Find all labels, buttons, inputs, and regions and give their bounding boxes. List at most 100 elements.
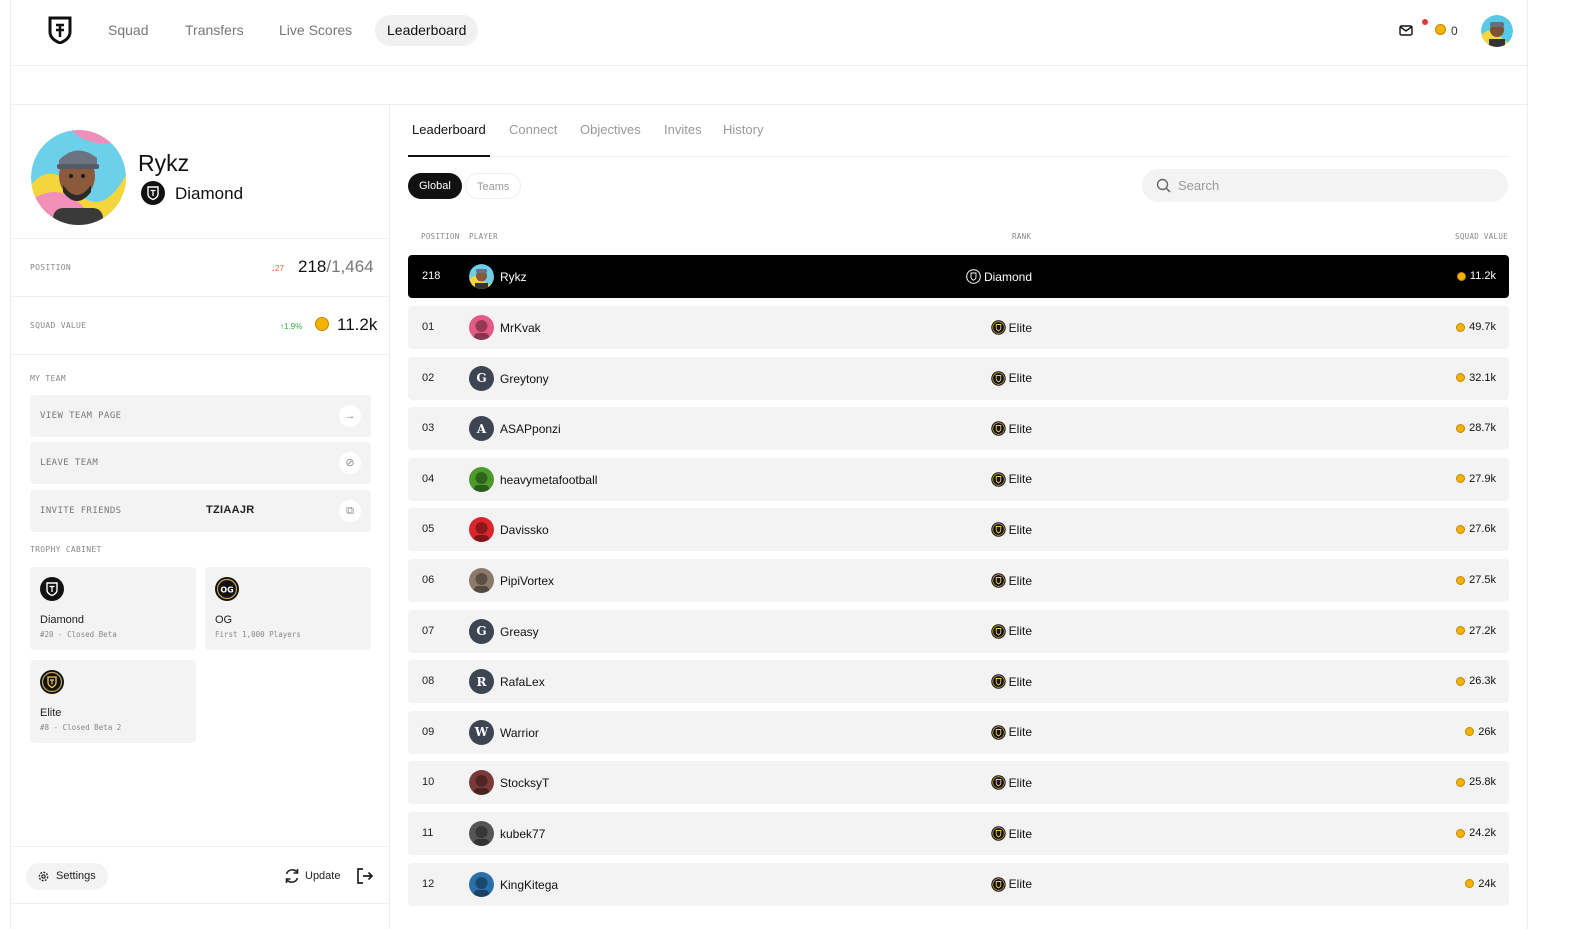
player-avatar bbox=[469, 517, 494, 543]
leaderboard-panel: Leaderboard Connect Objectives Invites H… bbox=[390, 105, 1528, 929]
position-total: /1,464 bbox=[326, 257, 374, 276]
nav-live-scores[interactable]: Live Scores bbox=[267, 15, 364, 46]
unlink-icon: ⊘ bbox=[339, 452, 361, 474]
my-team-label: MY TEAM bbox=[30, 374, 66, 383]
row-rank-label: Diamond bbox=[983, 269, 1032, 284]
leaderboard-row[interactable]: 01 MrKvak Elite 49.7k bbox=[408, 306, 1509, 349]
row-player-name: KingKitega bbox=[500, 877, 559, 892]
invite-code[interactable]: TZIAAJR bbox=[206, 504, 255, 516]
row-rank: Elite bbox=[990, 522, 1032, 538]
elite-badge-icon bbox=[990, 674, 1006, 689]
logout-icon[interactable] bbox=[356, 867, 374, 885]
player-avatar: G bbox=[469, 618, 494, 644]
row-squad-value: 24.2k bbox=[1456, 827, 1496, 839]
elite-badge-icon bbox=[990, 826, 1006, 841]
row-value: 27.5k bbox=[1469, 574, 1496, 586]
leaderboard-row[interactable]: 03 A ASAPponzi Elite 28.7k bbox=[408, 407, 1509, 451]
row-player-name: PipiVortex bbox=[500, 574, 555, 588]
coin-icon bbox=[1456, 575, 1466, 585]
gear-icon bbox=[38, 871, 49, 882]
leaderboard-row[interactable]: 09 W Warrior Elite 26k bbox=[408, 710, 1509, 754]
leaderboard-row[interactable]: 04 heavymetafootball Elite 27.9k bbox=[408, 457, 1509, 501]
diamond-badge-icon bbox=[40, 577, 64, 601]
column-player: PLAYER bbox=[469, 232, 498, 241]
tab-objectives[interactable]: Objectives bbox=[580, 122, 641, 137]
coin-icon bbox=[1456, 322, 1466, 332]
shield-logo-icon[interactable] bbox=[47, 16, 73, 44]
search-icon bbox=[1156, 178, 1171, 193]
row-player-name: Rykz bbox=[500, 270, 527, 284]
coin-icon bbox=[1456, 423, 1466, 433]
top-nav: Squad Transfers Live Scores Leaderboard … bbox=[10, 0, 1528, 66]
row-rank: Elite bbox=[990, 573, 1032, 588]
row-rank-label: Elite bbox=[1008, 522, 1032, 537]
update-button[interactable]: Update bbox=[283, 867, 340, 885]
row-squad-value: 27.5k bbox=[1456, 574, 1496, 586]
row-rank: Elite bbox=[990, 472, 1032, 487]
filter-global[interactable]: Global bbox=[408, 173, 462, 199]
trophy-sub: #8 - Closed Beta 2 bbox=[40, 723, 122, 732]
invite-friends-row[interactable]: INVITE FRIENDS TZIAAJR ⧉ bbox=[30, 490, 371, 532]
row-position: 01 bbox=[422, 321, 435, 333]
row-rank: Elite bbox=[990, 876, 1032, 892]
user-avatar[interactable] bbox=[1481, 15, 1513, 47]
mail-icon[interactable] bbox=[1399, 23, 1413, 37]
copy-icon[interactable]: ⧉ bbox=[339, 500, 361, 522]
position-delta: ↓27 bbox=[271, 264, 284, 273]
row-player-name: RafaLex bbox=[500, 675, 545, 690]
view-team-page-button[interactable]: VIEW TEAM PAGE → bbox=[30, 395, 371, 437]
search-input[interactable] bbox=[1178, 169, 1488, 202]
row-position: 04 bbox=[422, 472, 435, 485]
leaderboard-row[interactable]: 06 PipiVortex Elite 27.5k bbox=[408, 559, 1509, 602]
trophy-name: Diamond bbox=[40, 614, 85, 626]
squad-value-delta: ↑1.9% bbox=[280, 322, 303, 331]
coin-icon bbox=[1456, 626, 1466, 636]
row-player-name: MrKvak bbox=[500, 321, 541, 335]
leaderboard-row[interactable]: 10 StocksyT Elite 25.8k bbox=[408, 761, 1509, 805]
elite-badge-icon bbox=[990, 370, 1006, 386]
leaderboard-row[interactable]: 05 Davissko Elite 27.6k bbox=[408, 508, 1509, 552]
leaderboard-row[interactable]: 11 kubek77 Elite 24.2k bbox=[408, 812, 1509, 855]
row-rank-label: Elite bbox=[1008, 371, 1032, 386]
profile-avatar bbox=[31, 130, 126, 225]
leaderboard-row[interactable]: 12 KingKitega Elite 24k bbox=[408, 862, 1509, 906]
nav-squad[interactable]: Squad bbox=[96, 15, 160, 46]
leave-team-button[interactable]: LEAVE TEAM ⊘ bbox=[30, 442, 371, 484]
row-value: 27.6k bbox=[1469, 523, 1496, 536]
leaderboard-row[interactable]: 07 G Greasy Elite 27.2k bbox=[408, 609, 1509, 653]
refresh-icon bbox=[285, 869, 299, 883]
row-value: 24k bbox=[1478, 877, 1496, 890]
row-player-name: Greasy bbox=[500, 624, 539, 639]
row-rank-label: Elite bbox=[1008, 826, 1032, 841]
trophy-name: OG bbox=[215, 614, 233, 626]
elite-badge-icon bbox=[990, 876, 1006, 892]
coin-icon bbox=[1456, 373, 1466, 383]
my-leaderboard-row[interactable]: 218 Rykz Diamond 11.2k bbox=[408, 255, 1509, 298]
tab-leaderboard[interactable]: Leaderboard bbox=[412, 122, 486, 137]
leaderboard-row[interactable]: 02 G Greytony Elite 32.1k bbox=[408, 356, 1509, 400]
nav-transfers[interactable]: Transfers bbox=[173, 15, 256, 46]
filter-teams[interactable]: Teams bbox=[465, 173, 522, 199]
row-position: 11 bbox=[422, 827, 434, 839]
tab-history[interactable]: History bbox=[723, 122, 763, 137]
row-value: 49.7k bbox=[1469, 321, 1496, 333]
tab-invites[interactable]: Invites bbox=[664, 122, 702, 137]
invite-friends-label: INVITE FRIENDS bbox=[40, 506, 122, 516]
row-rank: Elite bbox=[990, 370, 1032, 386]
row-rank: Elite bbox=[990, 623, 1032, 639]
settings-button[interactable]: Settings bbox=[26, 863, 108, 890]
row-squad-value: 27.6k bbox=[1456, 523, 1496, 535]
player-avatar bbox=[469, 466, 494, 492]
leaderboard-row[interactable]: 08 R RafaLex Elite 26.3k bbox=[408, 660, 1509, 704]
row-value: 27.9k bbox=[1469, 472, 1496, 485]
nav-leaderboard[interactable]: Leaderboard bbox=[375, 15, 479, 46]
coin-icon bbox=[1465, 879, 1475, 889]
row-position: 06 bbox=[422, 574, 435, 586]
row-squad-value: 32.1k bbox=[1456, 372, 1496, 384]
row-rank: Diamond bbox=[966, 269, 1032, 284]
row-player-name: Warrior bbox=[500, 725, 539, 740]
row-position: 08 bbox=[422, 675, 435, 688]
row-squad-value: 24k bbox=[1465, 878, 1496, 890]
profile-rank: Diamond bbox=[175, 184, 244, 203]
tab-connect[interactable]: Connect bbox=[509, 122, 557, 137]
